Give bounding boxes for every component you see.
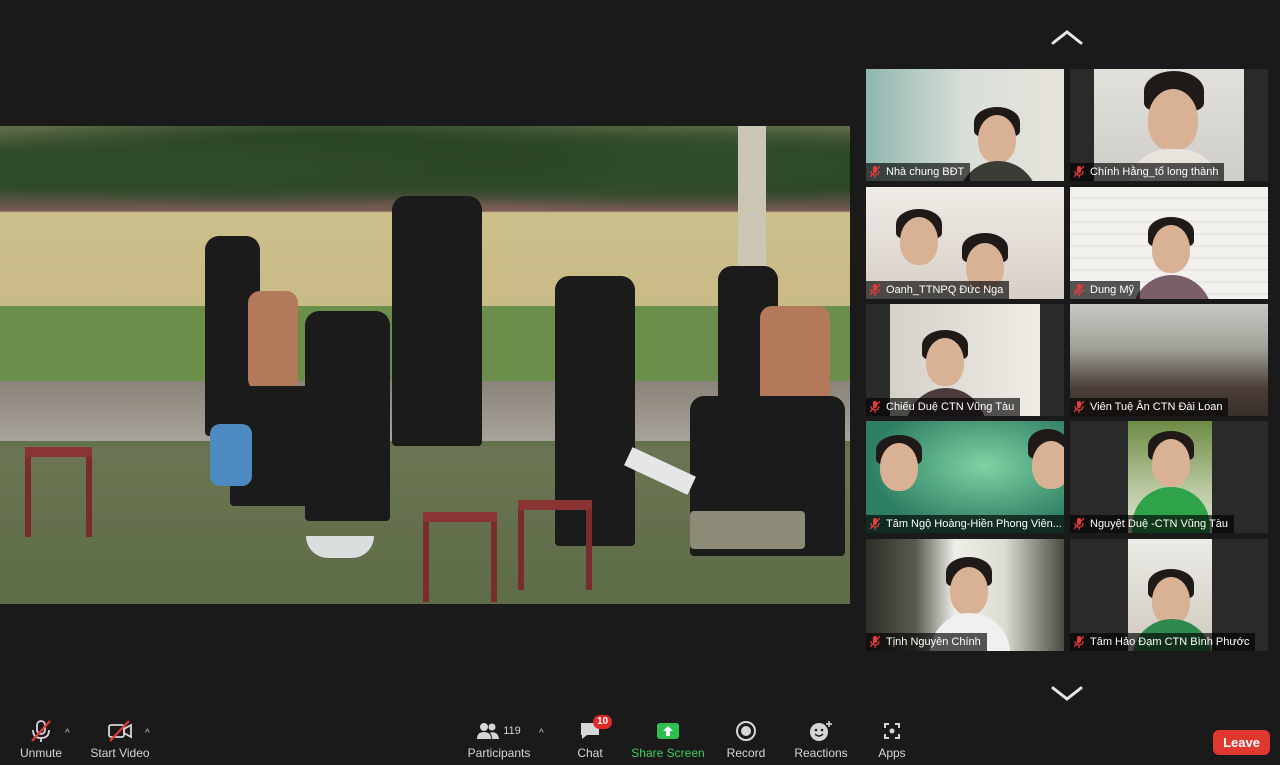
participant-tile[interactable]: Chính Hằng_tổ long thành — [1070, 69, 1268, 181]
participant-face — [1152, 439, 1190, 487]
video-person — [760, 306, 830, 406]
share-screen-icon — [656, 719, 680, 743]
participant-face — [1152, 577, 1190, 625]
participants-label: Participants — [467, 746, 531, 760]
participant-name: Tâm Ngộ Hoàng-Hiền Phong Viên... — [886, 518, 1062, 530]
chat-unread-badge: 10 — [593, 715, 613, 729]
participant-nameplate: Tịnh Nguyên Chính — [866, 633, 987, 651]
reactions-icon — [809, 719, 833, 743]
participant-name: Tâm Hảo Đạm CTN Bình Phước — [1090, 636, 1250, 648]
mic-muted-icon — [1074, 636, 1084, 648]
mic-muted-icon — [870, 284, 880, 296]
participant-nameplate: Dung Mỹ — [1070, 281, 1141, 299]
participants-count: 119 — [503, 725, 521, 737]
chevron-down-icon — [1051, 686, 1083, 701]
participant-tile[interactable]: Chiếu Duệ CTN Vũng Tàu — [866, 304, 1064, 416]
scroll-down-chevron[interactable] — [1050, 684, 1084, 702]
video-stool — [25, 447, 92, 537]
participant-name: Viên Tuệ Ân CTN Đài Loan — [1090, 401, 1223, 413]
mic-muted-icon — [1074, 401, 1084, 413]
participant-name: Dung Mỹ — [1090, 284, 1135, 296]
chat-icon: 10 — [579, 715, 613, 743]
participants-options-caret-icon[interactable]: ^ — [539, 728, 544, 739]
participant-face — [950, 567, 988, 615]
video-options-caret-icon[interactable]: ^ — [145, 728, 150, 739]
participant-face — [880, 443, 918, 491]
record-icon — [735, 719, 757, 743]
participant-nameplate: Nguyệt Duệ -CTN Vũng Tàu — [1070, 515, 1234, 533]
leave-button[interactable]: Leave — [1213, 730, 1270, 755]
video-person — [248, 291, 298, 391]
participant-name: Oanh_TTNPQ Đức Nga — [886, 284, 1004, 296]
record-label: Record — [726, 746, 766, 760]
participant-face — [1152, 225, 1190, 273]
share-screen-label: Share Screen — [631, 746, 705, 760]
participant-nameplate: Chính Hằng_tổ long thành — [1070, 163, 1225, 181]
shared-video[interactable] — [0, 126, 850, 604]
mic-muted-icon — [1074, 166, 1084, 178]
participant-tile[interactable]: Dung Mỹ — [1070, 187, 1268, 299]
video-stone — [690, 511, 805, 549]
apps-label: Apps — [878, 746, 906, 760]
mic-muted-icon — [870, 401, 880, 413]
start-video-label: Start Video — [90, 746, 150, 760]
start-video-button[interactable]: Start Video — [90, 718, 150, 765]
record-button[interactable]: Record — [724, 718, 768, 765]
participant-face — [978, 115, 1016, 163]
participant-tile[interactable]: Tâm Hảo Đạm CTN Bình Phước — [1070, 539, 1268, 651]
participants-button[interactable]: 119 Participants — [466, 718, 532, 765]
mic-muted-icon — [870, 518, 880, 530]
video-stool — [518, 500, 592, 590]
mic-muted-icon — [870, 166, 880, 178]
participant-tile[interactable]: Oanh_TTNPQ Đức Nga — [866, 187, 1064, 299]
participant-nameplate: Tâm Hảo Đạm CTN Bình Phước — [1070, 633, 1256, 651]
mic-muted-icon — [1074, 518, 1084, 530]
participant-name: Nguyệt Duệ -CTN Vũng Tàu — [1090, 518, 1228, 530]
participant-nameplate: Oanh_TTNPQ Đức Nga — [866, 281, 1010, 299]
unmute-label: Unmute — [19, 746, 63, 760]
meeting-stage: Nhà chung BĐT Chính Hằng_tổ long thành O… — [0, 0, 1280, 718]
reactions-button[interactable]: Reactions — [792, 718, 850, 765]
participant-name: Chiếu Duệ CTN Vũng Tàu — [886, 401, 1015, 413]
audio-options-caret-icon[interactable]: ^ — [65, 728, 70, 739]
participant-nameplate: Chiếu Duệ CTN Vũng Tàu — [866, 398, 1021, 416]
reactions-label: Reactions — [794, 746, 848, 760]
participant-face — [926, 338, 964, 386]
participant-tile[interactable]: Viên Tuệ Ân CTN Đài Loan — [1070, 304, 1268, 416]
participant-name: Chính Hằng_tổ long thành — [1090, 166, 1219, 178]
meeting-toolbar: Unmute ^ Start Video ^ 119 Participants … — [0, 715, 1280, 765]
participant-name: Nhà chung BĐT — [886, 166, 965, 178]
participant-tile[interactable]: Nhà chung BĐT — [866, 69, 1064, 181]
participant-face — [900, 217, 938, 265]
mic-muted-icon — [29, 719, 53, 743]
participant-name: Tịnh Nguyên Chính — [886, 636, 981, 648]
video-stool — [423, 512, 497, 602]
chat-label: Chat — [577, 746, 603, 760]
participant-tile[interactable]: Nguyệt Duệ -CTN Vũng Tàu — [1070, 421, 1268, 533]
video-person — [392, 196, 482, 446]
mic-muted-icon — [870, 636, 880, 648]
mic-muted-icon — [1074, 284, 1084, 296]
video-off-icon — [107, 719, 133, 743]
participant-face — [1032, 441, 1064, 489]
video-water-jug — [210, 424, 252, 486]
apps-button[interactable]: Apps — [874, 718, 910, 765]
chat-button[interactable]: 10 Chat — [572, 715, 613, 765]
video-person — [305, 311, 390, 521]
participant-nameplate: Nhà chung BĐT — [866, 163, 971, 181]
participant-tile[interactable]: Tâm Ngộ Hoàng-Hiền Phong Viên... — [866, 421, 1064, 533]
scroll-up-chevron[interactable] — [1050, 28, 1084, 46]
participant-face — [1148, 89, 1198, 151]
chevron-up-icon — [1051, 30, 1083, 45]
unmute-button[interactable]: Unmute — [18, 718, 64, 765]
apps-icon — [881, 719, 903, 743]
share-screen-button[interactable]: Share Screen — [630, 718, 706, 765]
participants-icon: 119 — [477, 719, 521, 743]
participant-nameplate: Tâm Ngộ Hoàng-Hiền Phong Viên... — [866, 515, 1064, 533]
participant-tile[interactable]: Tịnh Nguyên Chính — [866, 539, 1064, 651]
participant-nameplate: Viên Tuệ Ân CTN Đài Loan — [1070, 398, 1229, 416]
